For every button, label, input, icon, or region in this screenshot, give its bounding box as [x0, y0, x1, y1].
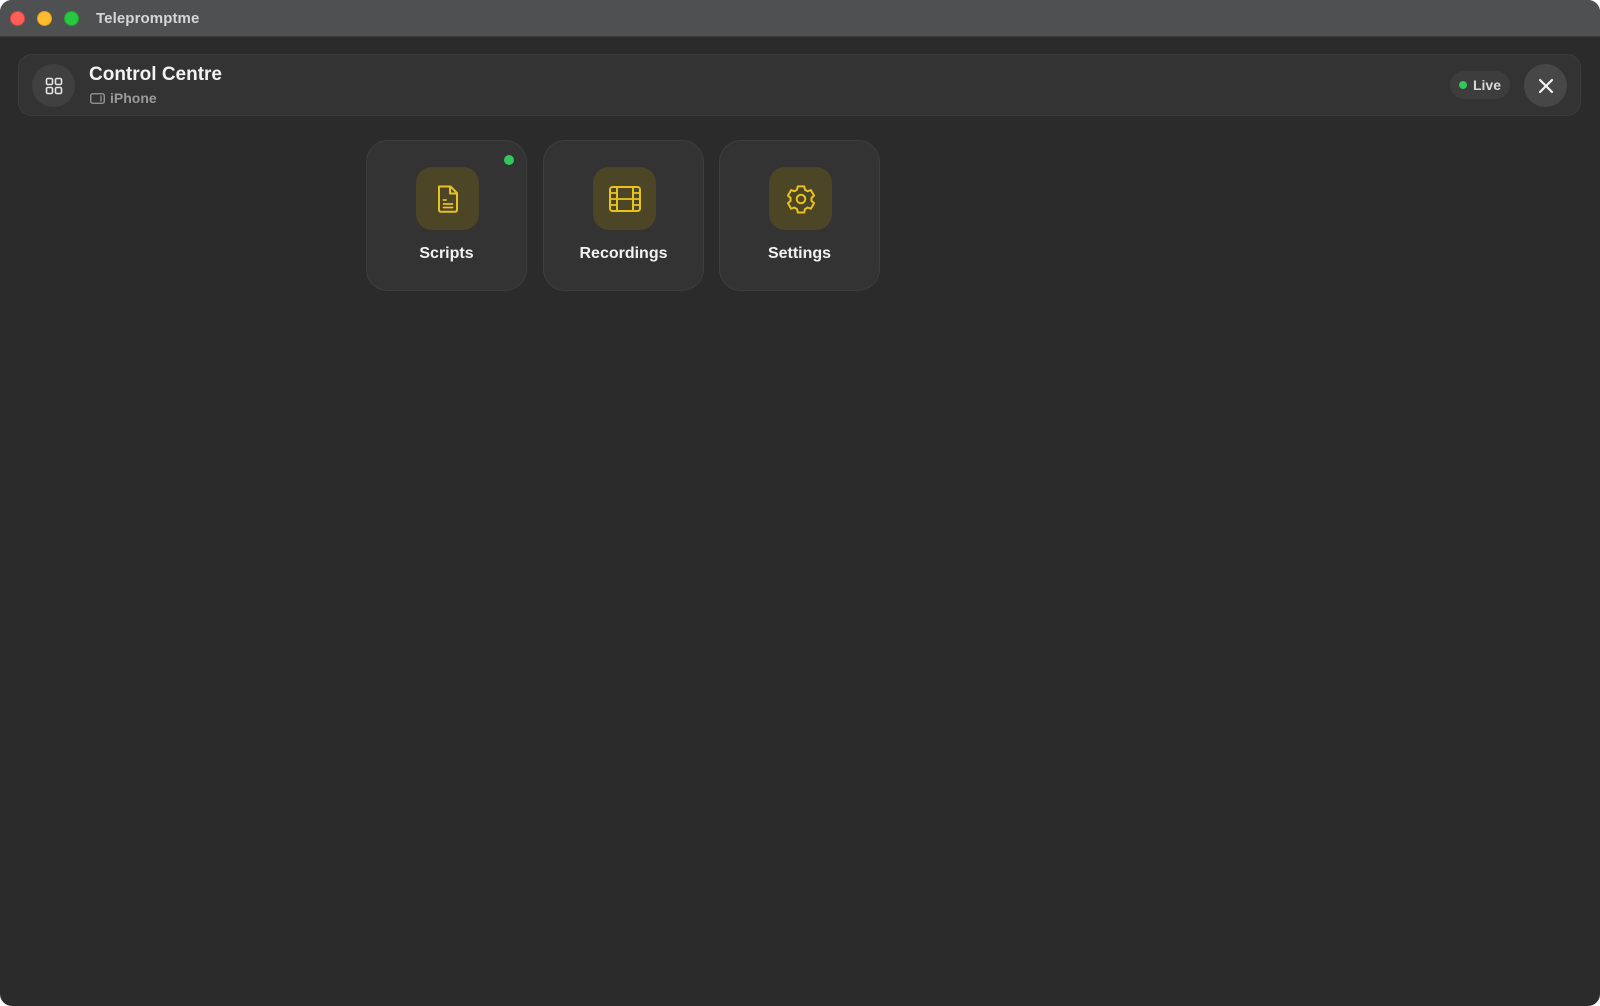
tile-scripts[interactable]: Scripts — [366, 140, 527, 291]
device-name: iPhone — [110, 90, 157, 106]
tile-label: Scripts — [419, 245, 474, 262]
title-bar: Telepromptme — [0, 0, 1600, 37]
tile-label: Settings — [767, 245, 832, 262]
window-close-button[interactable] — [10, 11, 25, 26]
tile-icon-container — [416, 167, 479, 230]
page-title: Control Centre — [89, 64, 222, 85]
new-indicator-dot — [504, 155, 514, 165]
app-window: Telepromptme Control Centre iPhone Live … — [0, 0, 1600, 1006]
gear-icon — [785, 183, 817, 215]
window-zoom-button[interactable] — [64, 11, 79, 26]
iphone-landscape-icon — [90, 92, 105, 104]
live-status-label: Live — [1472, 77, 1501, 93]
tile-icon-container — [593, 167, 656, 230]
window-title: Telepromptme — [96, 10, 200, 27]
close-icon — [1538, 78, 1554, 94]
device-info: iPhone — [90, 90, 157, 106]
window-minimize-button[interactable] — [37, 11, 52, 26]
tile-recordings[interactable]: Recordings — [543, 140, 704, 291]
live-indicator-dot — [1458, 81, 1467, 89]
document-icon — [435, 184, 461, 214]
live-status-badge: Live — [1449, 71, 1510, 99]
grid-icon — [45, 77, 63, 95]
grid-menu-button[interactable] — [32, 64, 75, 107]
control-centre-header: Control Centre iPhone Live — [18, 54, 1581, 116]
tile-label: Recordings — [579, 245, 668, 262]
close-button[interactable] — [1524, 64, 1567, 107]
film-icon — [608, 185, 642, 213]
tile-settings[interactable]: Settings — [719, 140, 880, 291]
tile-icon-container — [769, 167, 832, 230]
